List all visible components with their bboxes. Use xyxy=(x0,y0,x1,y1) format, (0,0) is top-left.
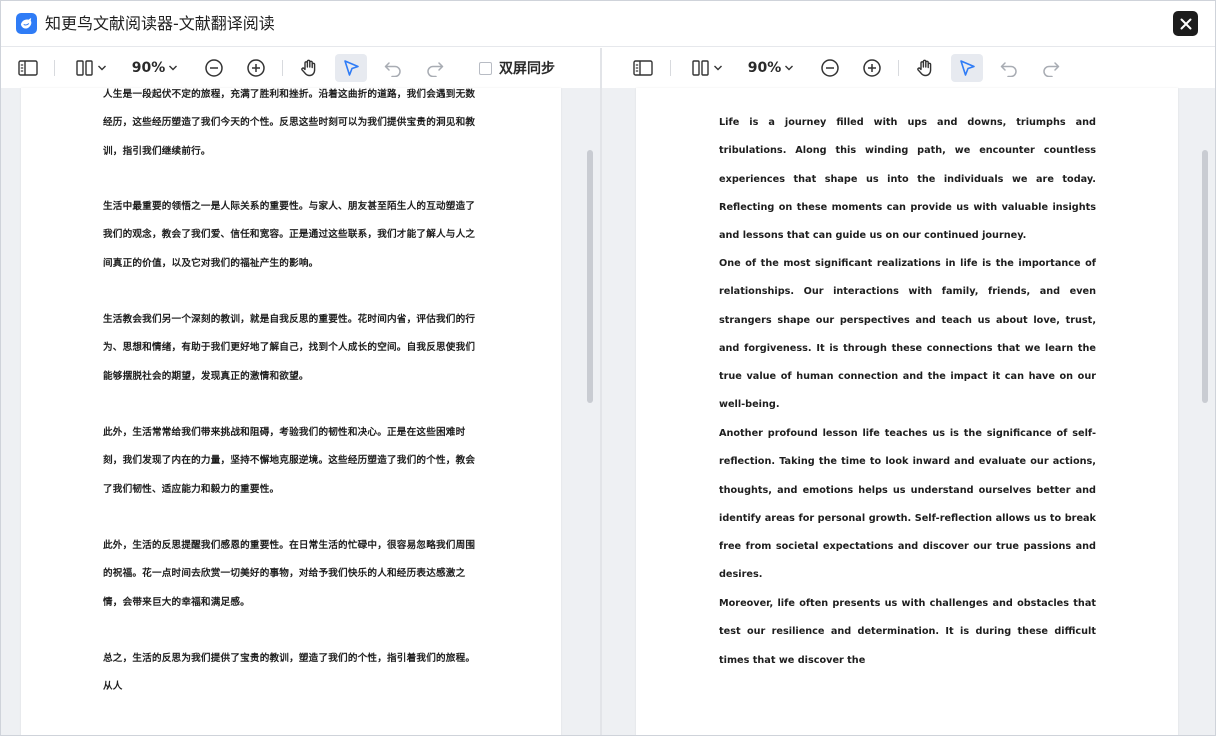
source-paragraph: 此外，生活的反思提醒我们感恩的重要性。在日常生活的忙碌中，很容易忽略我们周围的祝… xyxy=(103,540,476,608)
close-button[interactable] xyxy=(1173,11,1198,36)
undo-button[interactable] xyxy=(996,54,1022,82)
scrollbar-thumb[interactable] xyxy=(587,150,593,403)
redo-button[interactable] xyxy=(422,54,448,82)
page-layout-icon xyxy=(76,60,93,76)
undo-icon xyxy=(1000,62,1017,77)
toolbar-divider xyxy=(898,60,899,76)
hand-tool-icon xyxy=(917,59,932,77)
app-window: 知更鸟文献阅读器-文献翻译阅读 90% 双屏同步 人生是一段起伏不定的旅程，充满… xyxy=(0,0,1216,736)
title-bar: 知更鸟文献阅读器-文献翻译阅读 xyxy=(1,1,1215,47)
sync-checkbox[interactable] xyxy=(479,61,492,75)
source-document-area[interactable]: 人生是一段起伏不定的旅程，充满了胜利和挫折。沿着这曲折的道路，我们会遇到无数经历… xyxy=(1,88,601,735)
source-scrollbar[interactable] xyxy=(585,88,595,735)
undo-button[interactable] xyxy=(380,54,406,82)
zoom-out-button[interactable] xyxy=(201,54,227,82)
translation-page: Life is a journey filled with ups and do… xyxy=(636,88,1178,735)
source-paragraph: 此外，生活常常给我们带来挑战和阻碍，考验我们的韧性和决心。正是在这些困难时刻，我… xyxy=(103,427,476,495)
source-paragraph: 人生是一段起伏不定的旅程，充满了胜利和挫折。沿着这曲折的道路，我们会遇到无数经历… xyxy=(103,89,476,157)
hand-tool-button[interactable] xyxy=(911,54,939,82)
scrollbar-thumb[interactable] xyxy=(1202,150,1208,403)
zoom-in-button[interactable] xyxy=(859,54,885,82)
app-bird-icon xyxy=(16,13,37,34)
zoom-in-icon xyxy=(247,59,265,77)
select-pointer-icon xyxy=(344,60,359,76)
sidebar-toggle-button[interactable] xyxy=(15,54,41,82)
page-layout-icon xyxy=(692,60,709,76)
select-tool-button[interactable] xyxy=(951,54,983,82)
translation-scrollbar[interactable] xyxy=(1200,88,1210,735)
page-layout-dropdown[interactable] xyxy=(71,54,111,82)
hand-tool-icon xyxy=(301,59,316,77)
redo-icon xyxy=(427,62,444,77)
toolbar-divider xyxy=(670,60,671,76)
chevron-down-icon xyxy=(785,65,794,71)
zoom-dropdown[interactable]: 90% xyxy=(127,54,183,82)
toolbar-divider xyxy=(282,60,283,76)
dual-screen-sync-toggle[interactable]: 双屏同步 xyxy=(479,54,569,82)
translation-paragraph: Moreover, life often presents us with ch… xyxy=(719,598,1096,666)
page-layout-dropdown[interactable] xyxy=(687,54,727,82)
zoom-in-button[interactable] xyxy=(243,54,269,82)
translation-pane: 90% Life is a journey filled with ups an… xyxy=(602,48,1215,735)
sidebar-toggle-button[interactable] xyxy=(630,54,656,82)
source-page: 人生是一段起伏不定的旅程，充满了胜利和挫折。沿着这曲折的道路，我们会遇到无数经历… xyxy=(21,88,561,735)
zoom-level: 90% xyxy=(747,60,782,76)
zoom-level: 90% xyxy=(131,60,166,76)
undo-icon xyxy=(384,62,401,77)
source-paragraph: 总之，生活的反思为我们提供了宝贵的教训，塑造了我们的个性，指引着我们的旅程。从人 xyxy=(103,653,476,693)
sidebar-toggle-icon xyxy=(18,60,38,76)
source-paragraph: 生活中最重要的领悟之一是人际关系的重要性。与家人、朋友甚至陌生人的互动塑造了我们… xyxy=(103,201,476,269)
close-icon xyxy=(1180,18,1191,29)
translation-paragraph: Life is a journey filled with ups and do… xyxy=(719,117,1096,242)
hand-tool-button[interactable] xyxy=(295,54,323,82)
translation-document-area[interactable]: Life is a journey filled with ups and do… xyxy=(602,88,1215,735)
source-pane: 90% 双屏同步 人生是一段起伏不定的旅程，充满了胜利和挫折。沿着这曲折的道路，… xyxy=(1,48,601,735)
chevron-down-icon xyxy=(714,65,722,71)
sidebar-toggle-icon xyxy=(633,60,653,76)
zoom-out-button[interactable] xyxy=(817,54,843,82)
window-title: 知更鸟文献阅读器-文献翻译阅读 xyxy=(45,14,275,33)
select-tool-button[interactable] xyxy=(335,54,367,82)
zoom-in-icon xyxy=(863,59,881,77)
zoom-dropdown[interactable]: 90% xyxy=(743,54,799,82)
chevron-down-icon xyxy=(98,65,106,71)
toolbar-divider xyxy=(54,60,55,76)
translation-toolbar: 90% xyxy=(602,48,1215,88)
chevron-down-icon xyxy=(169,65,178,71)
redo-button[interactable] xyxy=(1038,54,1064,82)
zoom-out-icon xyxy=(821,59,839,77)
translation-paragraph: One of the most significant realizations… xyxy=(719,258,1096,411)
translation-paragraph: Another profound lesson life teaches us … xyxy=(719,428,1096,581)
zoom-out-icon xyxy=(205,59,223,77)
select-pointer-icon xyxy=(960,60,975,76)
source-paragraph: 生活教会我们另一个深刻的教训，就是自我反思的重要性。花时间内省，评估我们的行为、… xyxy=(103,314,476,382)
redo-icon xyxy=(1043,62,1060,77)
sync-label: 双屏同步 xyxy=(499,61,555,77)
